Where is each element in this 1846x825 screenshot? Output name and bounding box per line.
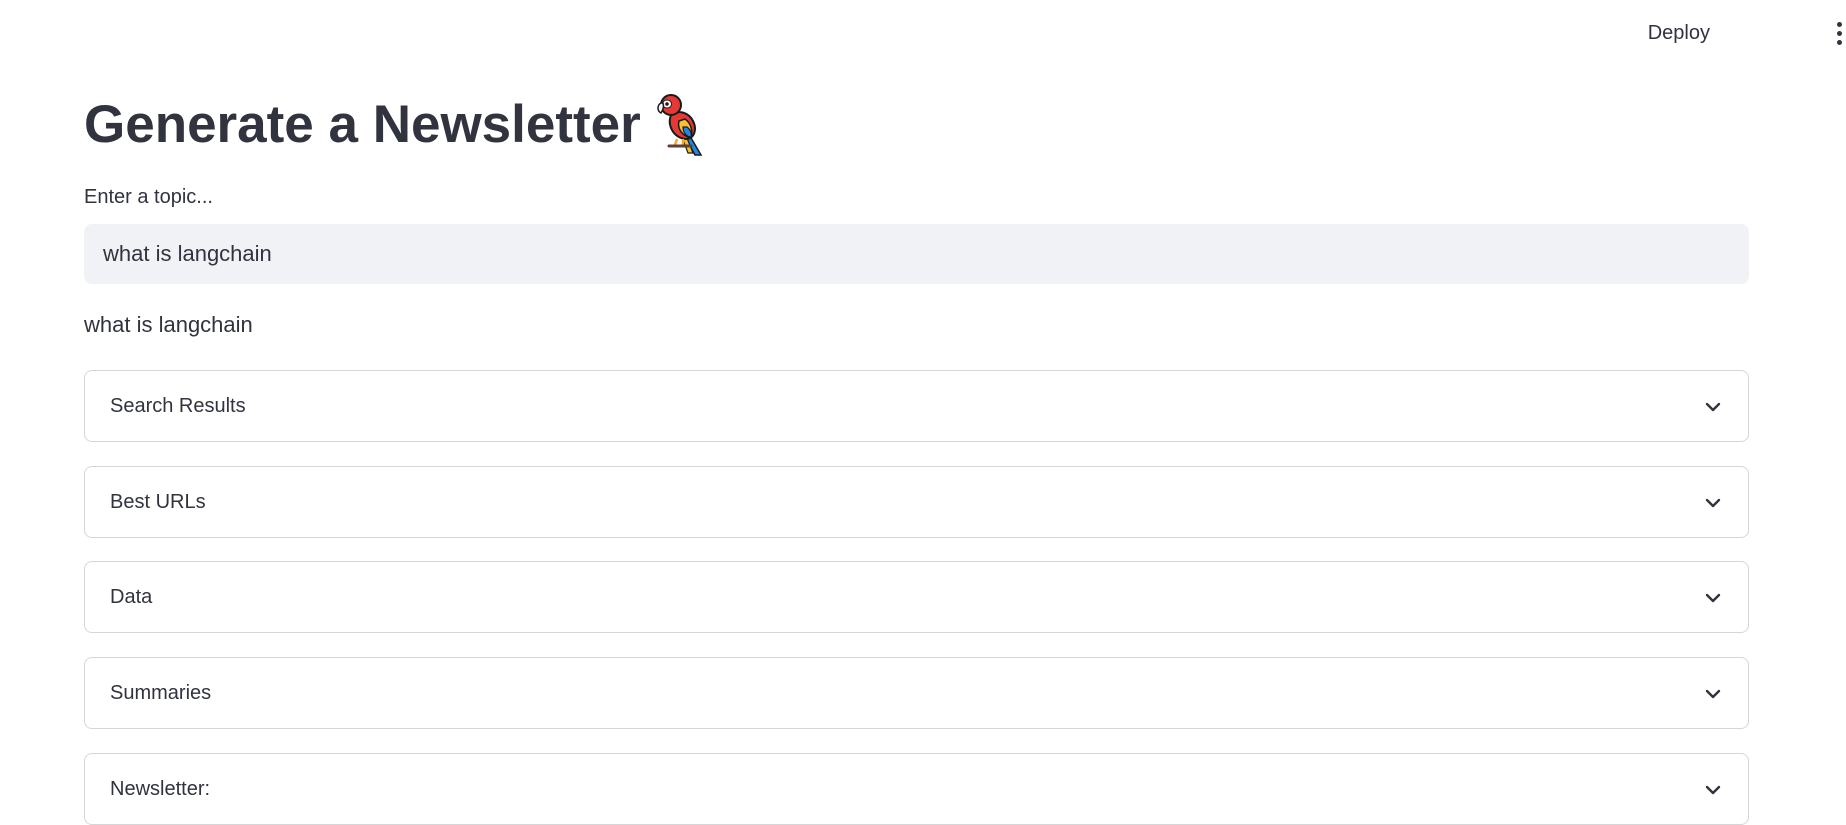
deploy-button[interactable]: Deploy <box>1634 18 1724 48</box>
expander-summaries[interactable]: Summaries <box>84 657 1749 729</box>
expander-label: Data <box>110 586 153 608</box>
top-header: Deploy <box>0 0 1846 64</box>
expander-label: Newsletter: <box>110 778 211 800</box>
parrot-icon <box>657 94 703 156</box>
expander-label: Best URLs <box>110 491 206 513</box>
vertical-ellipsis-icon-dot <box>1836 39 1842 45</box>
echo-text: what is langchain <box>84 312 253 337</box>
vertical-ellipsis-icon-dot <box>1836 30 1842 36</box>
chevron-down-icon <box>1705 498 1721 508</box>
chevron-down-icon <box>1705 593 1721 603</box>
page-title-text: Generate a Newsletter <box>84 95 641 154</box>
vertical-ellipsis-icon <box>1836 21 1842 27</box>
expander-newsletter[interactable]: Newsletter: <box>84 753 1749 825</box>
main-menu-button[interactable] <box>1832 18 1846 48</box>
topic-input-label: Enter a topic... <box>84 186 213 208</box>
expander-label: Summaries <box>110 682 212 704</box>
page-title: Generate a Newsletter <box>84 90 715 160</box>
topic-input[interactable] <box>84 224 1749 284</box>
expander-data[interactable]: Data <box>84 561 1749 633</box>
chevron-down-icon <box>1705 689 1721 699</box>
expander-label: Search Results <box>110 395 246 417</box>
expander-search-results[interactable]: Search Results <box>84 370 1749 442</box>
chevron-down-icon <box>1705 785 1721 795</box>
expander-best-urls[interactable]: Best URLs <box>84 466 1749 538</box>
chevron-down-icon <box>1705 402 1721 412</box>
